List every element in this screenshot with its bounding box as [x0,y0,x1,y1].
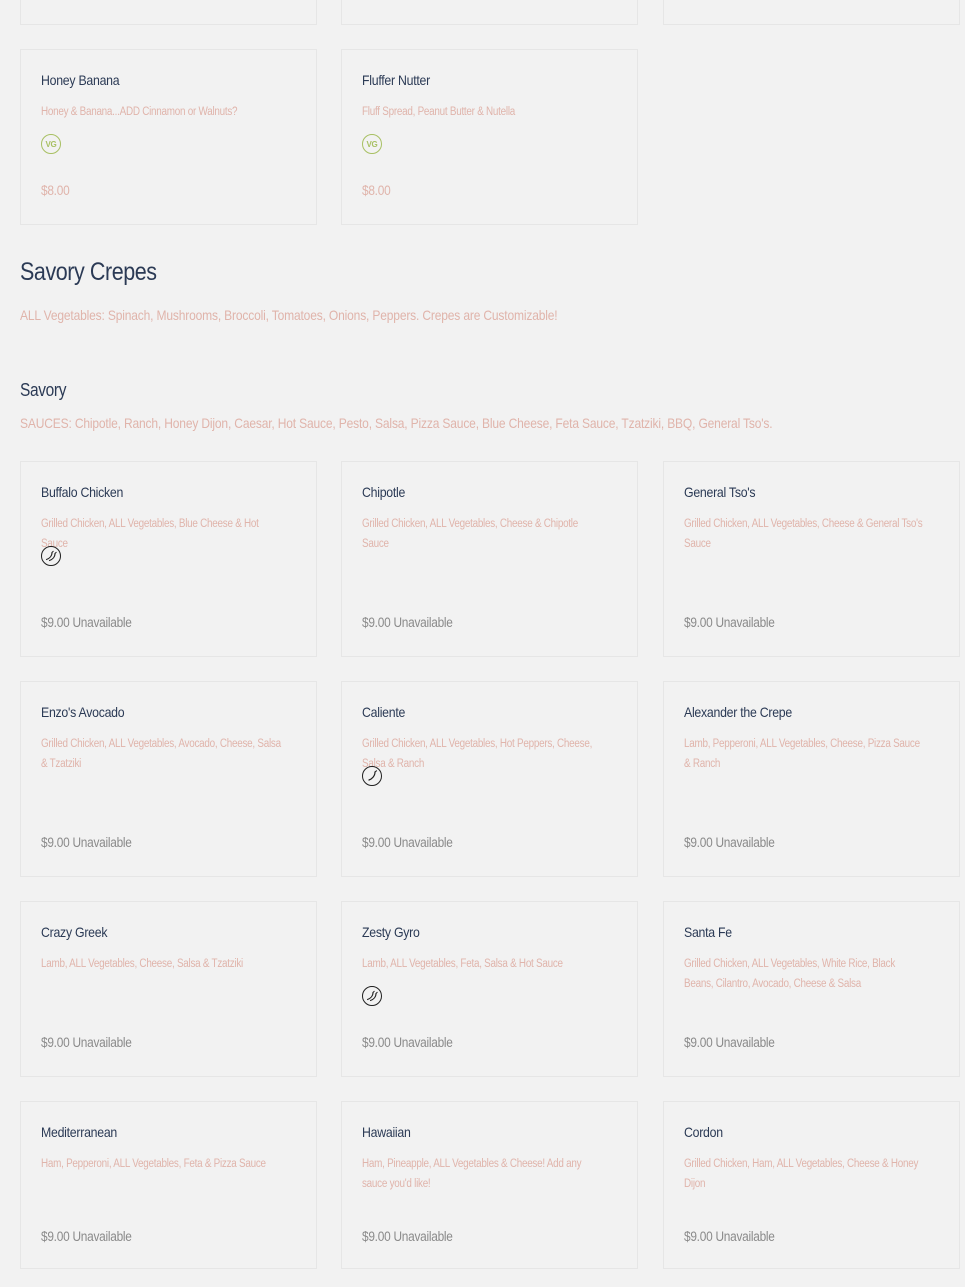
menu-item-price-row: $8.00 [41,183,70,198]
menu-item-card-partial[interactable] [20,0,317,25]
spicy-1-icon [362,766,382,786]
menu-item-price-row: $9.00 Unavailable [684,1035,775,1050]
menu-item-card[interactable]: Caliente Grilled Chicken, ALL Vegetables,… [341,681,638,877]
menu-item-price: $9.00 [41,1035,70,1050]
menu-item-card[interactable]: Crazy Greek Lamb, ALL Vegetables, Cheese,… [20,901,317,1077]
menu-item-price: $9.00 [41,835,70,850]
chili-pepper-icon [368,770,378,781]
menu-item-name: Caliente [362,704,406,720]
menu-item-name: General Tso's [684,484,756,500]
menu-item-card[interactable]: Zesty Gyro Lamb, ALL Vegetables, Feta, Sa… [341,901,638,1077]
menu-item-price: $9.00 [41,615,70,630]
menu-item-card[interactable]: Enzo's Avocado Grilled Chicken, ALL Veget… [20,681,317,877]
subsection-description: SAUCES: Chipotle, Ranch, Honey Dijon, Ca… [20,415,773,431]
menu-item-card[interactable]: Cordon Grilled Chicken, Ham, ALL Vegetabl… [663,1101,960,1269]
menu-item-card[interactable]: General Tso's Grilled Chicken, ALL Vegeta… [663,461,960,657]
menu-item-price-row: $9.00 Unavailable [362,615,453,630]
menu-item-price-row: $9.00 Unavailable [41,615,132,630]
menu-item-description: Ham, Pepperoni, ALL Vegetables, Feta & P… [41,1158,266,1170]
menu-item-price: $9.00 [362,1035,391,1050]
menu-item-name: Fluffer Nutter [362,72,430,88]
menu-item-price: $9.00 [362,835,391,850]
menu-item-price: $9.00 [41,1229,70,1244]
menu-item-description: Grilled Chicken, ALL Vegetables, Hot Pep… [362,738,593,770]
availability-status: Unavailable [393,1229,453,1244]
menu-item-price: $9.00 [684,1035,713,1050]
menu-item-description: Grilled Chicken, Ham, ALL Vegetables, Ch… [684,1158,919,1190]
menu-item-price: $9.00 [684,1229,713,1244]
availability-status: Unavailable [72,1229,132,1244]
menu-item-name: Honey Banana [41,72,120,88]
availability-status: Unavailable [715,835,775,850]
menu-item-price: $9.00 [684,835,713,850]
menu-item-card[interactable]: Hawaiian Ham, Pineapple, ALL Vegetables &… [341,1101,638,1269]
menu-item-name: Chipotle [362,484,406,500]
menu-item-description: Lamb, Pepperoni, ALL Vegetables, Cheese,… [684,738,920,770]
menu-item-description: Grilled Chicken, ALL Vegetables, Avocado… [41,738,281,770]
menu-item-name: Mediterranean [41,1124,118,1140]
section-title: Savory Crepes [20,258,157,286]
menu-item-price-row: $9.00 Unavailable [362,1229,453,1244]
menu-item-price: $9.00 [362,615,391,630]
menu-item-name: Alexander the Crepe [684,704,792,720]
spicy-2-icon [41,546,61,566]
menu-item-price: $8.00 [41,183,70,198]
section-description: ALL Vegetables: Spinach, Mushrooms, Broc… [20,307,558,323]
availability-status: Unavailable [393,835,453,850]
subsection-title: Savory [20,380,67,400]
availability-status: Unavailable [72,835,132,850]
menu-item-name: Cordon [684,1124,723,1140]
menu-item-card[interactable]: Alexander the Crepe Lamb, Pepperoni, ALL … [663,681,960,877]
availability-status: Unavailable [393,615,453,630]
menu-item-name: Santa Fe [684,924,732,940]
menu-item-price-row: $9.00 Unavailable [684,835,775,850]
menu-item-price: $8.00 [362,183,391,198]
menu-item-name: Zesty Gyro [362,924,420,940]
menu-item-description: Honey & Banana...ADD Cinnamon or Walnuts… [41,106,238,118]
menu-item-name: Crazy Greek [41,924,108,940]
menu-item-card[interactable]: Santa Fe Grilled Chicken, ALL Vegetables,… [663,901,960,1077]
menu-item-description: Ham, Pineapple, ALL Vegetables & Cheese!… [362,1158,582,1190]
availability-status: Unavailable [715,1229,775,1244]
availability-status: Unavailable [715,1035,775,1050]
menu-item-card[interactable]: Fluffer Nutter Fluff Spread, Peanut Butt… [341,49,638,225]
menu-item-price: $9.00 [684,615,713,630]
menu-item-description: Grilled Chicken, ALL Vegetables, Cheese … [362,518,578,550]
chili-pepper-icon [366,990,378,1002]
menu-item-price-row: $9.00 Unavailable [41,835,132,850]
menu-item-price-row: $9.00 Unavailable [684,615,775,630]
spicy-2-icon [362,986,382,1006]
menu-item-description: Lamb, ALL Vegetables, Feta, Salsa & Hot … [362,958,563,970]
menu-item-description: Grilled Chicken, ALL Vegetables, White R… [684,958,896,990]
menu-item-card[interactable]: Honey Banana Honey & Banana...ADD Cinnam… [20,49,317,225]
menu-item-description: Lamb, ALL Vegetables, Cheese, Salsa & Tz… [41,958,244,970]
vegetarian-icon: VG [41,134,61,154]
menu-item-description: Grilled Chicken, ALL Vegetables, Blue Ch… [41,518,259,550]
menu-item-price-row: $8.00 [362,183,391,198]
menu-item-price: $9.00 [362,1229,391,1244]
menu-item-card-partial[interactable] [663,0,960,25]
menu-item-card-partial[interactable] [341,0,638,25]
menu-item-description: Grilled Chicken, ALL Vegetables, Cheese … [684,518,923,550]
menu-item-price-row: $9.00 Unavailable [41,1035,132,1050]
menu-item-price-row: $9.00 Unavailable [362,1035,453,1050]
menu-item-price-row: $9.00 Unavailable [41,1229,132,1244]
menu-item-name: Enzo's Avocado [41,704,125,720]
menu-item-card[interactable]: Chipotle Grilled Chicken, ALL Vegetables,… [341,461,638,657]
menu-item-price-row: $9.00 Unavailable [684,1229,775,1244]
menu-item-name: Hawaiian [362,1124,411,1140]
menu-item-description: Fluff Spread, Peanut Butter & Nutella [362,106,516,118]
menu-item-card[interactable]: Mediterranean Ham, Pepperoni, ALL Vegetab… [20,1101,317,1269]
availability-status: Unavailable [393,1035,453,1050]
vegetarian-icon: VG [362,134,382,154]
menu-item-price-row: $9.00 Unavailable [362,835,453,850]
menu-item-card[interactable]: Buffalo Chicken Grilled Chicken, ALL Vege… [20,461,317,657]
availability-status: Unavailable [715,615,775,630]
availability-status: Unavailable [72,1035,132,1050]
menu-item-name: Buffalo Chicken [41,484,124,500]
chili-pepper-icon [45,550,57,562]
availability-status: Unavailable [72,615,132,630]
